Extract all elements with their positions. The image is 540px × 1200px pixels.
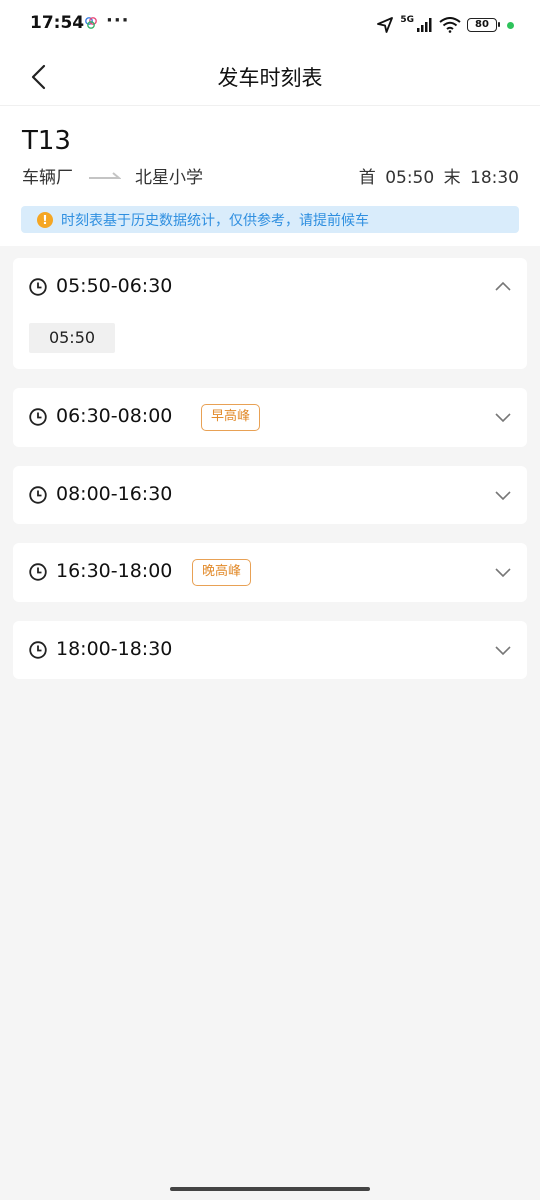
notice-banner: ! 时刻表基于历史数据统计，仅供参考，请提前候车 — [21, 206, 519, 233]
clock-icon — [29, 408, 47, 426]
signal-icon — [417, 18, 432, 32]
first-bus-label: 首 — [358, 168, 376, 188]
period-header[interactable]: 18:00-18:30 — [13, 621, 527, 679]
morning-peak-badge: 早高峰 — [201, 404, 261, 431]
period-time-range: 06:30-08:00 — [56, 405, 173, 427]
app-notification-icon — [85, 17, 97, 29]
more-notifications-icon: ··· — [106, 10, 130, 31]
last-bus-label: 末 — [443, 168, 461, 188]
period-time-range: 08:00-16:30 — [56, 483, 173, 505]
chevron-down-icon[interactable] — [493, 563, 513, 581]
privacy-indicator-dot — [507, 21, 514, 29]
first-bus-time: 05:50 — [385, 168, 435, 188]
clock-icon — [29, 641, 47, 659]
period-header[interactable]: 06:30-08:00 早高峰 — [13, 388, 527, 446]
route-destination: 北星小学 — [135, 168, 203, 188]
clock-icon — [29, 278, 47, 296]
service-hours: 首 05:50 末 18:30 — [355, 163, 519, 188]
route-info-card: T13 车辆厂 北星小学 首 05:50 末 18:30 ! 时刻表基于历史数据… — [0, 106, 540, 246]
warning-icon: ! — [37, 211, 53, 228]
home-indicator[interactable] — [170, 1187, 370, 1191]
chevron-up-icon[interactable] — [493, 278, 513, 296]
period-header[interactable]: 08:00-16:30 — [13, 466, 527, 524]
clock-icon — [29, 563, 47, 581]
period-header[interactable]: 16:30-18:00 晚高峰 — [13, 543, 527, 601]
direction-arrow-icon — [89, 172, 121, 179]
last-bus-time: 18:30 — [470, 168, 519, 188]
period-time-range: 05:50-06:30 — [56, 275, 173, 297]
page-title: 发车时刻表 — [217, 66, 323, 90]
departure-time-chip[interactable]: 05:50 — [29, 323, 115, 353]
status-indicators: 5G 80 — [376, 15, 514, 35]
period-card-expanded: 05:50-06:30 05:50 — [13, 258, 527, 369]
period-card[interactable]: 16:30-18:00 晚高峰 — [13, 543, 527, 602]
route-origin: 车辆厂 — [22, 168, 73, 188]
period-time-range: 18:00-18:30 — [56, 638, 173, 660]
chevron-down-icon[interactable] — [493, 408, 513, 426]
location-icon — [377, 17, 394, 33]
route-number: T13 — [22, 126, 71, 156]
chevron-down-icon[interactable] — [493, 641, 513, 659]
evening-peak-badge: 晚高峰 — [192, 559, 252, 586]
battery-icon: 80 — [467, 18, 500, 32]
network-type: 5G — [400, 15, 414, 25]
period-card[interactable]: 18:00-18:30 — [13, 621, 527, 679]
period-time-range: 16:30-18:00 — [56, 560, 173, 582]
chevron-down-icon[interactable] — [493, 486, 513, 504]
period-card[interactable]: 08:00-16:30 — [13, 466, 527, 524]
notice-text: 时刻表基于历史数据统计，仅供参考，请提前候车 — [61, 212, 369, 229]
nav-bar: 发车时刻表 — [0, 50, 540, 106]
period-card[interactable]: 06:30-08:00 早高峰 — [13, 388, 527, 447]
status-time: 17:54 — [30, 13, 85, 33]
period-header[interactable]: 05:50-06:30 — [13, 258, 527, 316]
status-bar: 17:54 ··· 5G 80 — [0, 0, 540, 50]
clock-icon — [29, 486, 47, 504]
wifi-icon — [439, 17, 461, 33]
